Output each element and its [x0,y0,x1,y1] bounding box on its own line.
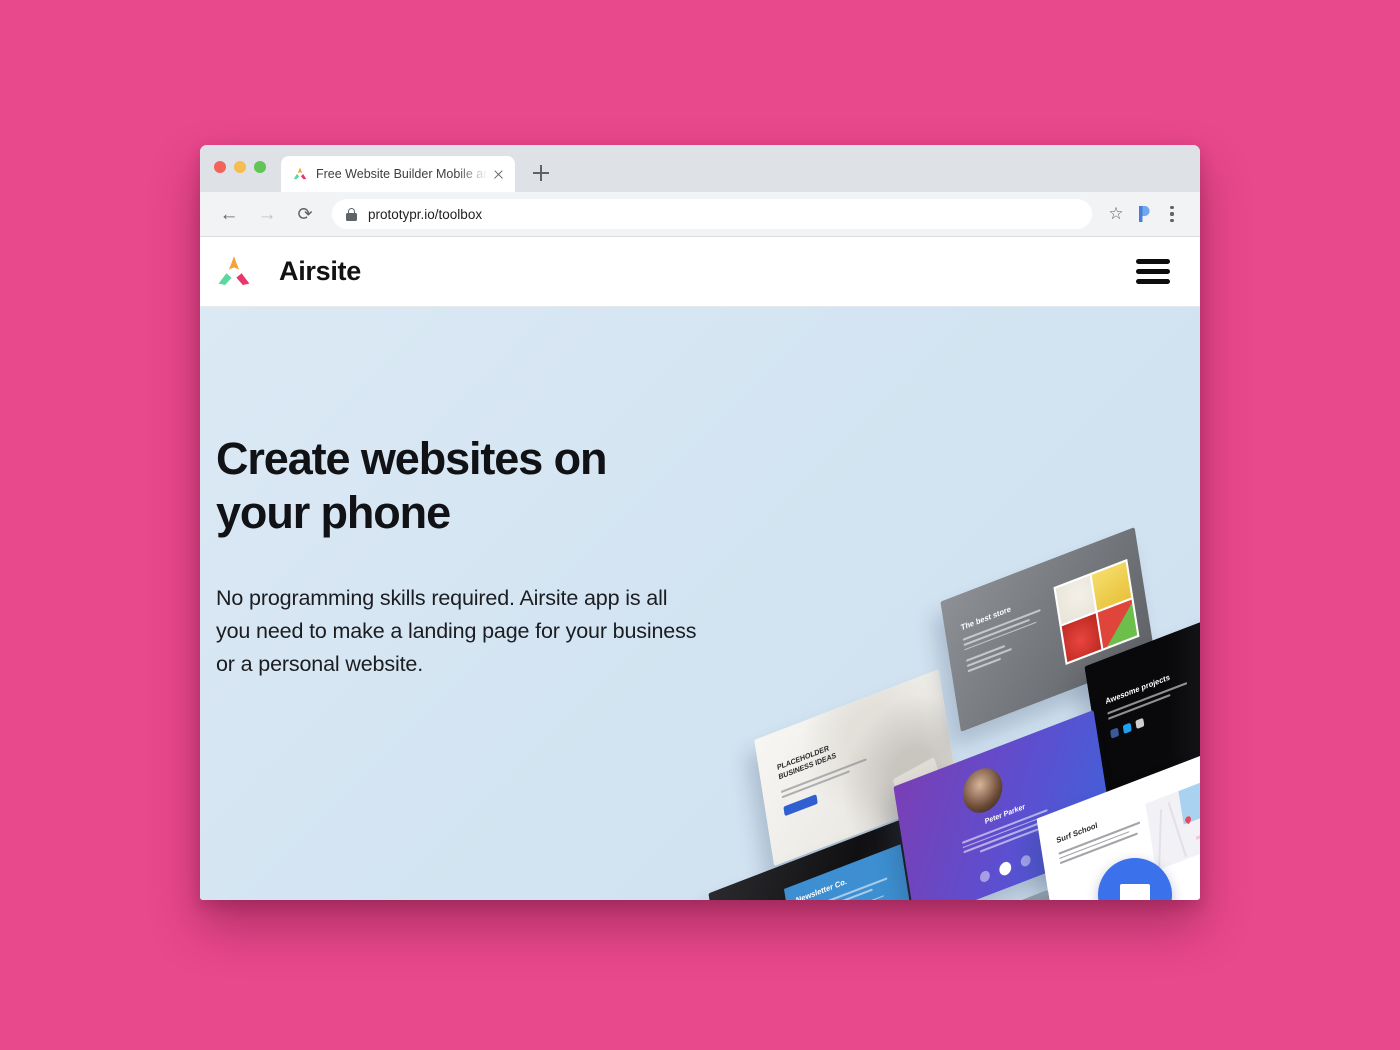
address-bar[interactable]: prototypr.io/toolbox [332,199,1092,229]
minimize-window-button[interactable] [234,161,246,173]
close-tab-button[interactable] [490,166,507,183]
hero-subtitle: No programming skills required. Airsite … [216,586,697,677]
browser-window: Free Website Builder Mobile and ← → ⟳ pr… [200,145,1200,900]
window-controls [214,161,266,173]
browser-toolbar: ← → ⟳ prototypr.io/toolbox ☆ [200,192,1200,237]
forward-button[interactable]: → [252,199,282,229]
hamburger-icon[interactable] [1136,258,1170,285]
star-icon: ☆ [1108,204,1124,223]
back-button[interactable]: ← [214,199,244,229]
forward-arrow-icon: → [257,203,277,225]
airsite-logo-icon [216,255,252,289]
three-dot-menu-icon [1162,204,1182,224]
hero-copy: Create websites on your phone No program… [216,432,736,681]
airsite-logo-icon [292,166,308,182]
web-page: Airsite Create websites on your phone No… [200,237,1200,900]
page-title: Create websites on your phone [216,433,607,538]
chat-bubble-icon [1120,884,1150,900]
showcase-card-cluster: PLACEHOLDER BUSINESS IDEAS The best store [678,494,1200,900]
hero-section: Create websites on your phone No program… [200,307,1200,900]
reload-icon: ⟳ [297,203,313,224]
back-arrow-icon: ← [219,203,239,225]
browser-menu-button[interactable] [1158,200,1186,228]
brand-name: Airsite [279,256,361,286]
close-window-button[interactable] [214,161,226,173]
lock-icon [346,207,357,221]
site-header: Airsite [200,237,1200,307]
reload-button[interactable]: ⟳ [290,199,320,229]
browser-tab-title: Free Website Builder Mobile and [316,167,488,181]
profile-button[interactable] [1130,200,1158,228]
url-text: prototypr.io/toolbox [368,206,483,222]
new-tab-button[interactable] [530,162,552,184]
maximize-window-button[interactable] [254,161,266,173]
profile-p-icon [1139,206,1150,222]
browser-tab[interactable]: Free Website Builder Mobile and [281,156,515,192]
browser-tab-strip: Free Website Builder Mobile and [200,145,1200,192]
bookmark-star-button[interactable]: ☆ [1102,200,1130,228]
